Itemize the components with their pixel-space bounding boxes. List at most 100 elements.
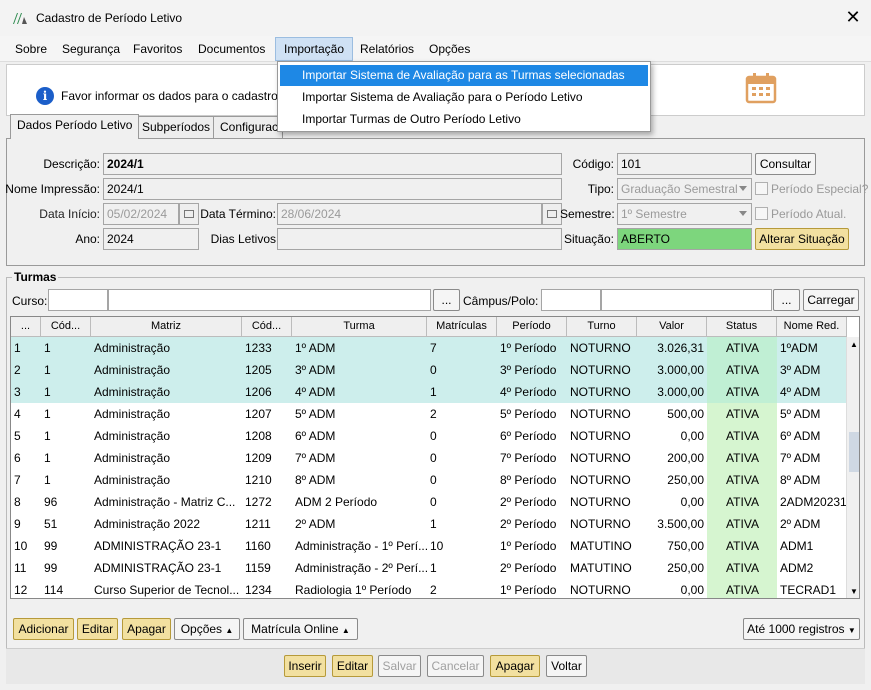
column-header[interactable]: Período	[497, 317, 567, 337]
table-row[interactable]: 4 1 Administração 1207 5º ADM 2 5º Período NOTU…	[11, 403, 847, 425]
vertical-scrollbar[interactable]: ▲ ▼	[846, 337, 859, 598]
matricula-online-button[interactable]: Matrícula Online ▲	[243, 618, 358, 640]
registros-limit-select[interactable]: Até 1000 registros ▼	[743, 618, 860, 640]
column-header[interactable]: Matrículas	[427, 317, 497, 337]
chevron-down-icon: ▼	[847, 626, 856, 635]
table-cell: Administração	[94, 407, 171, 421]
consultar-button[interactable]: Consultar	[755, 153, 816, 175]
turmas-table[interactable]: ... Cód... Matriz Cód... Turma Matrículas Perí…	[10, 316, 860, 599]
table-cell: Administração	[94, 385, 171, 399]
periodo-atual-checkbox[interactable]	[755, 207, 768, 220]
menu-documentos[interactable]: Documentos	[190, 40, 273, 60]
editar-button[interactable]: Editar	[332, 655, 373, 677]
voltar-button[interactable]: Voltar	[546, 655, 587, 677]
table-cell: NOTURNO	[570, 517, 631, 531]
menu-seguranca[interactable]: Segurança	[54, 40, 128, 60]
data-inicio-field[interactable]: 05/02/2024	[103, 203, 179, 225]
curso-name-input[interactable]	[108, 289, 431, 311]
scroll-thumb[interactable]	[849, 432, 859, 472]
column-header[interactable]: Cód...	[242, 317, 292, 337]
periodo-especial-checkbox[interactable]	[755, 182, 768, 195]
dropdown-item-import-avaliacao-turmas[interactable]: Importar Sistema de Avaliação para as Tu…	[280, 65, 648, 86]
semestre-select[interactable]: 1º Semestre	[617, 203, 752, 225]
column-header[interactable]: Cód...	[41, 317, 91, 337]
ano-field[interactable]: 2024	[103, 228, 199, 250]
apagar-turma-button[interactable]: Apagar	[122, 618, 171, 640]
table-cell: 1209	[245, 451, 272, 465]
table-cell: 1	[44, 473, 51, 487]
campus-code-input[interactable]	[541, 289, 601, 311]
dropdown-item-import-turmas[interactable]: Importar Turmas de Outro Período Letivo	[280, 109, 648, 130]
data-termino-field[interactable]: 28/06/2024	[277, 203, 542, 225]
menu-relatorios[interactable]: Relatórios	[352, 40, 422, 60]
table-row[interactable]: 8 96 Administração - Matriz C... 1272 ADM 2 …	[11, 491, 847, 513]
table-row[interactable]: 5 1 Administração 1208 6º ADM 0 6º Período NOTU…	[11, 425, 847, 447]
table-row[interactable]: 3 1 Administração 1206 4º ADM 1 4º Período NOTU…	[11, 381, 847, 403]
descricao-label: Descrição:	[43, 157, 100, 171]
opcoes-label: Opções	[180, 622, 223, 636]
menu-sobre[interactable]: Sobre	[7, 40, 55, 60]
table-row[interactable]: 12 114 Curso Superior de Tecnol... 1234 Radi…	[11, 579, 847, 598]
data-termino-calendar-icon[interactable]	[542, 203, 562, 225]
table-cell: 7º ADM	[295, 451, 336, 465]
table-row[interactable]: 9 51 Administração 2022 1211 2º ADM 1 2º Perío…	[11, 513, 847, 535]
table-row[interactable]: 1 1 Administração 1233 1º ADM 7 1º Período NOTU…	[11, 337, 847, 359]
scroll-down-icon[interactable]: ▼	[850, 587, 858, 596]
table-cell: 9	[14, 517, 21, 531]
column-header[interactable]: Turno	[567, 317, 637, 337]
inserir-button[interactable]: Inserir	[284, 655, 326, 677]
table-cell: 1ºADM	[780, 341, 818, 355]
table-row[interactable]: 2 1 Administração 1205 3º ADM 0 3º Período NOTU…	[11, 359, 847, 381]
column-header[interactable]: ...	[11, 317, 41, 337]
data-inicio-calendar-icon[interactable]	[179, 203, 199, 225]
table-cell: NOTURNO	[570, 451, 631, 465]
table-cell: Curso Superior de Tecnol...	[94, 583, 240, 597]
opcoes-button[interactable]: Opções ▲	[174, 618, 240, 640]
carregar-button[interactable]: Carregar	[803, 289, 859, 311]
nome-impressao-field[interactable]: 2024/1	[103, 178, 562, 200]
table-row[interactable]: 10 99 ADMINISTRAÇÃO 23-1 1160 Administração …	[11, 535, 847, 557]
menu-favoritos[interactable]: Favoritos	[125, 40, 190, 60]
column-header[interactable]: Matriz	[91, 317, 242, 337]
column-header[interactable]: Turma	[292, 317, 427, 337]
tab-subperiodos[interactable]: Subperíodos	[135, 116, 218, 138]
campus-name-input[interactable]	[601, 289, 772, 311]
table-row[interactable]: 6 1 Administração 1209 7º ADM 0 7º Período NOTU…	[11, 447, 847, 469]
tab-configuracoes[interactable]: Configurac	[213, 116, 283, 138]
table-cell: 3.000,00	[657, 385, 704, 399]
curso-code-input[interactable]	[48, 289, 108, 311]
cancelar-button[interactable]: Cancelar	[427, 655, 484, 677]
menu-importacao[interactable]: Importação	[275, 37, 354, 61]
table-cell: 1º Período	[500, 583, 557, 597]
dropdown-item-import-avaliacao-periodo[interactable]: Importar Sistema de Avaliação para o Per…	[280, 87, 648, 108]
menu-opcoes[interactable]: Opções	[421, 40, 478, 60]
editar-turma-button[interactable]: Editar	[77, 618, 118, 640]
table-cell: Administração	[94, 429, 171, 443]
campus-lookup-button[interactable]: ...	[773, 289, 800, 311]
column-header[interactable]: Nome Red.	[777, 317, 847, 337]
table-row[interactable]: 7 1 Administração 1210 8º ADM 0 8º Período NOTU…	[11, 469, 847, 491]
apagar-button[interactable]: Apagar	[490, 655, 540, 677]
codigo-field[interactable]: 101	[617, 153, 752, 175]
close-icon[interactable]: ✕	[840, 4, 866, 30]
alterar-situacao-button[interactable]: Alterar Situação	[755, 228, 849, 250]
salvar-button[interactable]: Salvar	[378, 655, 421, 677]
column-header[interactable]: Status	[707, 317, 777, 337]
tipo-select[interactable]: Graduação Semestral	[617, 178, 752, 200]
tab-dados-periodo[interactable]: Dados Período Letivo	[10, 114, 140, 139]
table-cell: 7º Período	[500, 451, 557, 465]
table-row[interactable]: 11 99 ADMINISTRAÇÃO 23-1 1159 Administração …	[11, 557, 847, 579]
table-cell: 6º ADM	[295, 429, 336, 443]
dias-letivos-field[interactable]	[277, 228, 562, 250]
adicionar-button[interactable]: Adicionar	[13, 618, 74, 640]
table-cell: TECRAD1	[780, 583, 837, 597]
table-cell: 1	[44, 407, 51, 421]
table-cell: 1210	[245, 473, 272, 487]
scroll-up-icon[interactable]: ▲	[850, 340, 858, 349]
table-cell: 0	[430, 495, 437, 509]
menu-bar: Sobre Segurança Favoritos Documentos Imp…	[0, 36, 871, 62]
column-header[interactable]: Valor	[637, 317, 707, 337]
curso-lookup-button[interactable]: ...	[433, 289, 460, 311]
descricao-field[interactable]: 2024/1	[103, 153, 562, 175]
table-cell: 200,00	[667, 451, 704, 465]
